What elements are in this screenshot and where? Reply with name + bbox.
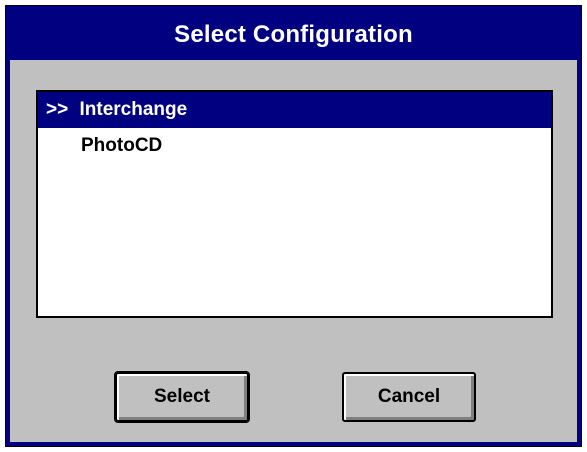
selection-marker: >> xyxy=(46,99,69,120)
dialog-title-bar: Select Configuration xyxy=(10,10,577,60)
list-item-label: Interchange xyxy=(79,99,188,120)
list-item-label: PhotoCD xyxy=(81,135,163,156)
select-configuration-dialog: Select Configuration >> Interchange Phot… xyxy=(5,5,582,447)
configuration-listbox[interactable]: >> Interchange PhotoCD xyxy=(36,90,553,318)
dialog-title: Select Configuration xyxy=(174,21,413,48)
cancel-button[interactable]: Cancel xyxy=(342,372,476,422)
list-item-photocd[interactable]: PhotoCD xyxy=(38,128,551,164)
select-button[interactable]: Select xyxy=(114,371,250,423)
list-item-interchange[interactable]: >> Interchange xyxy=(38,92,551,128)
